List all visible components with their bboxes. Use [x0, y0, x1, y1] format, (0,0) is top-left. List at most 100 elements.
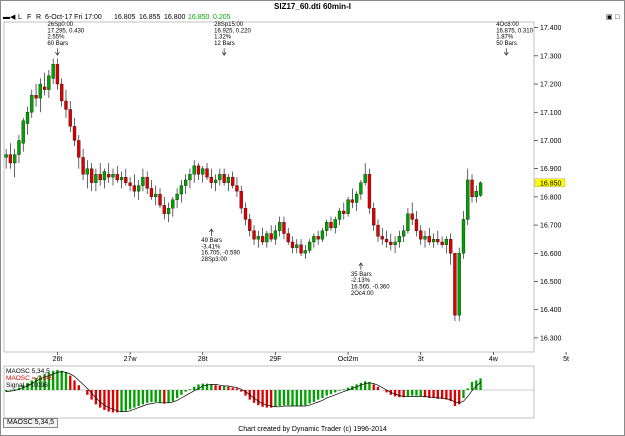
y-tick-label: 16.600	[540, 251, 562, 258]
candle-body	[94, 174, 98, 183]
candle-body	[231, 176, 235, 186]
candle-body	[389, 241, 393, 245]
candle-body	[175, 193, 179, 200]
candle-body	[478, 182, 483, 196]
annotation-text: 1.87%	[496, 35, 514, 41]
y-tick-label: 17.300	[540, 53, 562, 60]
annotation-text: 17.295, 0.430	[47, 28, 84, 34]
candle-body	[239, 191, 243, 209]
candle-body	[235, 185, 239, 192]
annotation-text: 60 Bars	[47, 41, 68, 47]
candle-body	[337, 210, 342, 220]
annotation-text: 28Sp3:00	[201, 257, 227, 263]
candle-body	[252, 230, 256, 240]
candle-body	[162, 205, 166, 214]
candle-body	[179, 185, 184, 195]
candle-body	[77, 140, 81, 158]
candle-body	[431, 239, 436, 243]
candle-body	[316, 236, 320, 240]
y-tick-label: 16.800	[540, 194, 562, 201]
candle-body	[466, 179, 470, 220]
candle-body	[243, 208, 248, 220]
candle-body	[354, 193, 359, 203]
candle-body	[423, 236, 427, 240]
candle-body	[393, 241, 397, 245]
x-tick-label: 4w	[489, 356, 499, 363]
candle-body	[397, 236, 402, 243]
candle-body	[64, 100, 68, 110]
candle-body	[136, 185, 141, 192]
oscillator-legend: MAOSC 5,34,5	[6, 368, 50, 375]
candle-body	[119, 176, 124, 181]
candle-body	[25, 112, 30, 124]
candle-body	[55, 64, 60, 85]
candle-body	[474, 191, 478, 198]
annotation-text: 16.925, 0.220	[214, 28, 251, 34]
candle-body	[406, 213, 410, 231]
candle-body	[42, 86, 47, 90]
y-tick-label: 16.300	[540, 335, 562, 342]
x-tick-label: Oct2m	[338, 356, 359, 363]
oscillator-legend: Signal = 0.096	[6, 382, 48, 389]
candle-body	[427, 236, 431, 243]
candle-body	[380, 236, 384, 240]
candle-body	[329, 222, 333, 229]
candle-body	[60, 83, 64, 102]
x-tick-label: 28t	[198, 356, 208, 363]
candle-body	[107, 174, 111, 178]
annotation-text: -2.13%	[351, 278, 371, 284]
candle-body	[51, 64, 55, 79]
annotation-text: 28Sp15:00	[214, 22, 244, 28]
chart-canvas: 17.400 17.300 17.200 17.100 17.000 16.900 16.8…	[3, 21, 569, 419]
candle-body	[184, 179, 188, 186]
candle-body	[205, 168, 209, 178]
candle-body	[342, 210, 346, 214]
candle-body	[81, 157, 85, 175]
annotation-text: 16.705, -0.590	[201, 251, 240, 257]
candle-body	[154, 193, 158, 198]
candle-body	[470, 179, 474, 198]
candle-body	[286, 233, 290, 243]
candle-body	[21, 120, 25, 144]
candle-body	[213, 179, 218, 183]
candle-body	[149, 188, 154, 198]
candle-body	[414, 219, 419, 231]
x-tick-label: 26t	[53, 356, 63, 363]
candle-body	[166, 208, 171, 214]
candle-body	[102, 171, 107, 181]
candle-body	[248, 219, 252, 231]
annotation-text: 35 Bars	[351, 272, 372, 278]
candle-body	[115, 174, 119, 181]
annotation-text: 2.55%	[47, 35, 65, 41]
annotation-text: 16.875, 0.310	[496, 28, 533, 34]
candle-body	[226, 176, 231, 183]
candle-body	[192, 165, 196, 175]
candle-body	[269, 233, 273, 240]
candle-body	[350, 199, 354, 203]
footer-credit: Chart created by Dynamic Trader (c) 1996…	[238, 426, 387, 433]
candle-body	[68, 109, 72, 127]
candle-body	[8, 154, 13, 164]
candle-body	[440, 241, 444, 245]
candle-body	[158, 193, 162, 206]
candle-body	[4, 154, 8, 158]
candle-body	[372, 208, 376, 226]
candle-body	[128, 182, 132, 186]
y-tick-label: 17.000	[540, 138, 562, 145]
candle-body	[111, 174, 115, 178]
candle-body	[98, 174, 102, 181]
candle-body	[145, 176, 149, 189]
candle-body	[363, 174, 367, 183]
candle-body	[436, 239, 440, 243]
y-tick-label: 16.400	[540, 307, 562, 314]
annotation-text: -3.41%	[201, 244, 221, 250]
annotation-text: 1.32%	[214, 35, 232, 41]
candle-body	[85, 168, 89, 175]
candle-body	[367, 174, 372, 209]
candle-body	[278, 222, 282, 231]
candle-body	[47, 75, 51, 90]
y-tick-label: 17.200	[540, 82, 562, 89]
candle-body	[346, 199, 350, 214]
candle-body	[141, 176, 145, 186]
candle-body	[89, 168, 94, 183]
